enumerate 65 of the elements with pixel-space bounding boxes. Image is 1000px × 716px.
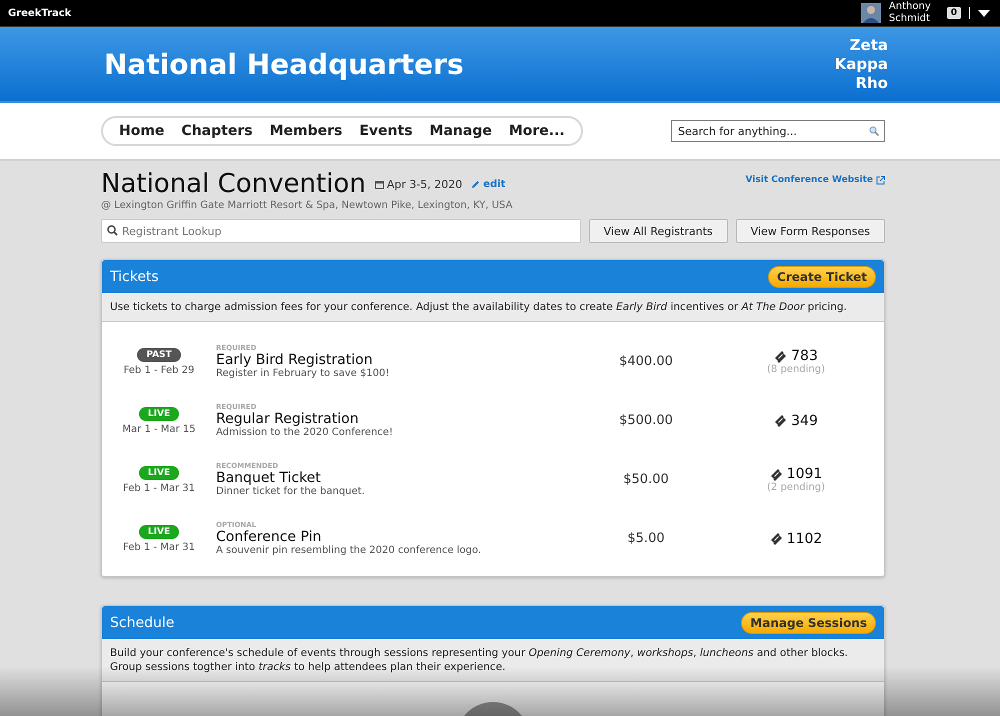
user-name[interactable]: Anthony bbox=[888, 1, 931, 13]
external-link-icon[interactable] bbox=[876, 176, 885, 184]
status-badge: PAST bbox=[137, 348, 181, 362]
sold-count: 349 bbox=[791, 412, 818, 428]
ticket-dates: Feb 1 - Feb 29 bbox=[124, 364, 194, 376]
card-description: Use tickets to charge admission fees for your conference. Adjust the availability dates to create Early Bird incentives or At The Door pricing. bbox=[110, 301, 847, 313]
ticket-dates: Mar 1 - Mar 15 bbox=[122, 424, 196, 434]
ticket-price: $500.00 bbox=[618, 413, 674, 428]
ticket-name[interactable]: Banquet Ticket bbox=[216, 470, 546, 486]
ticket-icon bbox=[770, 468, 783, 480]
nav-link[interactable]: Members bbox=[270, 123, 342, 139]
pending-count: (2 pending) bbox=[767, 482, 825, 493]
ticket-name[interactable]: Early Bird Registration bbox=[216, 352, 546, 368]
pending-count: (8 pending) bbox=[767, 364, 825, 375]
ticket-icon bbox=[774, 414, 788, 427]
view-button[interactable]: View Form Responses bbox=[736, 219, 885, 243]
event-location: @ Lexington Griffin Gate Marriott Resort & Spa, Newtown Pike, Lexington, KY, USA bbox=[101, 200, 512, 211]
ticket-dates: Feb 1 - Mar 31 bbox=[123, 542, 195, 552]
calendar-icon bbox=[374, 180, 384, 188]
event-date: Apr 3-5, 2020 bbox=[386, 178, 462, 190]
ticket-price: $5.00 bbox=[626, 531, 666, 546]
manage-sessions-button[interactable]: Manage Sessions bbox=[741, 612, 876, 634]
site-title: National Headquarters bbox=[104, 48, 464, 80]
create-ticket-button[interactable]: Create Ticket bbox=[768, 266, 876, 288]
card-title: Schedule bbox=[110, 614, 174, 630]
app-name[interactable]: GreekTrack bbox=[8, 8, 72, 18]
status-badge: LIVE bbox=[138, 524, 180, 538]
registrant-lookup-field[interactable]: Registrant Lookup bbox=[101, 219, 581, 243]
nav-link[interactable]: More... bbox=[508, 123, 565, 139]
org-name: Zeta bbox=[850, 36, 888, 54]
edit-link[interactable]: edit bbox=[483, 178, 506, 190]
ticket-price: $400.00 bbox=[618, 354, 674, 369]
ticket-description: Register in February to save $100! bbox=[216, 368, 390, 379]
nav-link[interactable]: Home bbox=[119, 123, 164, 139]
ticket-price: $50.00 bbox=[622, 472, 670, 487]
view-button[interactable]: View All Registrants bbox=[588, 219, 728, 243]
website-link[interactable]: Visit Conference Website bbox=[745, 175, 873, 185]
ticket-description: Dinner ticket for the banquet. bbox=[216, 486, 366, 497]
caret-icon[interactable] bbox=[978, 10, 990, 16]
nav-link[interactable]: Manage bbox=[430, 123, 492, 139]
card-title: Tickets bbox=[110, 268, 159, 284]
sold-count: 783 bbox=[791, 348, 818, 364]
sold-count: 1102 bbox=[786, 530, 822, 546]
user-name[interactable]: Schmidt bbox=[888, 13, 931, 25]
status-badge: LIVE bbox=[138, 466, 180, 480]
avatar-icon[interactable] bbox=[860, 3, 881, 23]
search-icon[interactable] bbox=[869, 126, 879, 136]
org-name: Kappa bbox=[834, 54, 888, 74]
ticket-icon bbox=[774, 350, 788, 362]
nav-link[interactable]: Events bbox=[359, 123, 413, 139]
sold-count: 1091 bbox=[786, 466, 822, 482]
ticket-description: Admission to the 2020 Conference! bbox=[216, 427, 394, 438]
ticket-name[interactable]: Regular Registration bbox=[216, 411, 546, 427]
org-name: Rho bbox=[855, 74, 888, 92]
ticket-icon bbox=[770, 532, 783, 545]
card-description: Build your conference's schedule of events through sessions representing your Opening Ceremony, workshops, luncheons and other blocks. Group sessions togther into tracks to help attendees plan their experience. bbox=[110, 647, 848, 673]
ticket-name[interactable]: Conference Pin bbox=[216, 529, 546, 545]
notification-count[interactable]: 0 bbox=[946, 7, 961, 19]
ticket-dates: Feb 1 - Mar 31 bbox=[123, 482, 195, 494]
event-title: National Convention bbox=[101, 169, 366, 199]
nav-link[interactable]: Chapters bbox=[181, 123, 253, 139]
ticket-description: A souvenir pin resembling the 2020 conference logo. bbox=[216, 545, 482, 556]
search-field[interactable]: Search for anything... bbox=[671, 120, 885, 142]
status-badge: LIVE bbox=[138, 406, 180, 420]
pencil-icon[interactable] bbox=[471, 180, 480, 188]
